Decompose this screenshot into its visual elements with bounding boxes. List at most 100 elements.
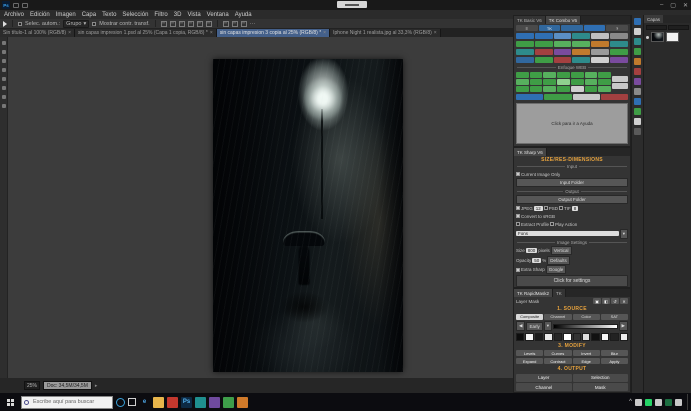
web-sharpen-button[interactable] — [571, 72, 584, 78]
panel-dock-icon[interactable] — [634, 68, 641, 75]
align-right-icon[interactable] — [179, 21, 185, 27]
cortana-icon[interactable] — [116, 398, 125, 407]
tray-icon[interactable] — [655, 399, 662, 406]
jpeg-quality-field[interactable]: 12 — [534, 206, 543, 211]
tk-panel-button[interactable] — [591, 33, 609, 39]
jpeg-checkbox[interactable] — [516, 206, 520, 210]
status-menu-icon[interactable]: ▸ — [95, 383, 98, 389]
menu-item[interactable]: Ventana — [207, 12, 229, 18]
action-dropdown[interactable]: Fons — [516, 231, 619, 236]
web-sharpen-button[interactable] — [557, 86, 570, 92]
close-icon[interactable]: × — [323, 30, 326, 36]
titlebar-widget-icon[interactable] — [13, 3, 19, 8]
tk-panel-button[interactable] — [535, 57, 553, 63]
source-button[interactable]: Channel — [544, 314, 571, 320]
tab-layers[interactable]: Capas — [644, 15, 663, 23]
zoom-level-field[interactable]: 25% — [24, 381, 40, 390]
menu-item[interactable]: Selección — [122, 12, 148, 18]
layer-mask-thumbnail[interactable] — [666, 32, 679, 42]
show-transform-checkbox[interactable] — [92, 22, 96, 26]
google-button[interactable]: Google — [546, 265, 567, 274]
tk-panel-button[interactable] — [554, 33, 572, 39]
tk-panel-button[interactable] — [535, 49, 553, 55]
tk-panel-button[interactable] — [591, 49, 609, 55]
tab-tk[interactable]: TK — [553, 289, 566, 297]
tray-icon[interactable] — [665, 399, 672, 406]
distribute-horizontal-icon[interactable] — [223, 21, 229, 27]
tk-panel-button[interactable] — [535, 33, 553, 39]
menu-item[interactable]: Capa — [82, 12, 96, 18]
mask-dropdown[interactable]: Early — [526, 322, 542, 331]
tk-panel-button[interactable] — [554, 57, 572, 63]
mask-tool-icon[interactable]: ◧ — [602, 298, 610, 304]
opacity-field[interactable]: 50 — [532, 258, 541, 263]
prev-mask-icon[interactable]: ◀ — [516, 321, 525, 331]
tool-icon[interactable] — [2, 86, 6, 90]
document-tab[interactable]: Sin título-1 al 100% (RGB/8) × — [0, 29, 75, 37]
web-sharpen-button[interactable] — [516, 79, 529, 85]
tk-panel-button[interactable] — [516, 49, 534, 55]
taskbar-app-icon[interactable] — [209, 397, 220, 408]
mask-preview-key[interactable] — [601, 333, 609, 341]
web-sharpen-button[interactable] — [598, 79, 611, 85]
canvas-pasteboard[interactable] — [8, 37, 513, 378]
tool-icon[interactable] — [2, 41, 6, 45]
mask-preview-key[interactable] — [554, 333, 562, 341]
web-sharpen-button[interactable] — [557, 79, 570, 85]
menu-item[interactable]: Ayuda — [235, 12, 252, 18]
tk-panel-button[interactable]: ? — [606, 25, 628, 31]
tif-checkbox[interactable] — [559, 206, 563, 210]
panel-dock-icon[interactable] — [634, 48, 641, 55]
click-for-settings-button[interactable]: Click for settings — [516, 275, 628, 287]
mask-preview-key[interactable] — [582, 333, 590, 341]
titlebar-search[interactable] — [337, 1, 367, 8]
chevron-down-icon[interactable]: ▾ — [544, 321, 552, 331]
tk-panel-button[interactable] — [610, 41, 628, 47]
taskbar-search[interactable] — [21, 396, 113, 409]
auto-select-checkbox[interactable] — [18, 22, 22, 26]
tool-icon[interactable] — [2, 68, 6, 72]
taskbar-app-icon[interactable] — [153, 397, 164, 408]
tray-icon[interactable] — [645, 399, 652, 406]
modify-button[interactable]: Contract — [544, 358, 571, 364]
mask-preview-key[interactable] — [516, 333, 524, 341]
taskbar-app-icon[interactable] — [223, 397, 234, 408]
mask-preview-key[interactable] — [620, 333, 628, 341]
tab-tk-basic[interactable]: TK Basic V6 — [514, 16, 546, 24]
mask-preview-key[interactable] — [535, 333, 543, 341]
close-icon[interactable]: × — [434, 30, 437, 36]
menu-item[interactable]: Filtro — [154, 12, 167, 18]
web-sharpen-side-button[interactable] — [612, 83, 628, 89]
mask-preview-key[interactable] — [591, 333, 599, 341]
close-icon[interactable]: × — [210, 30, 213, 36]
vertical-button[interactable]: Vertical — [551, 246, 572, 255]
taskbar-app-icon[interactable] — [237, 397, 248, 408]
panel-dock-icon[interactable] — [634, 88, 641, 95]
tk-panel-button[interactable] — [554, 49, 572, 55]
tk-panel-button[interactable] — [516, 57, 534, 63]
tool-icon[interactable] — [2, 50, 6, 54]
web-sharpen-button[interactable] — [516, 72, 529, 78]
source-button[interactable]: Composite — [516, 314, 543, 320]
panel-dock-icon[interactable] — [634, 28, 641, 35]
tk-panel-button[interactable] — [610, 49, 628, 55]
artwork-image[interactable] — [213, 59, 403, 372]
web-sharpen-button[interactable] — [530, 72, 543, 78]
output-button[interactable]: Channel — [516, 383, 572, 391]
align-center-icon[interactable] — [170, 21, 176, 27]
tk-panel-button[interactable] — [535, 41, 553, 47]
defaults-button[interactable]: Defaults — [547, 256, 570, 265]
panel-dock-icon[interactable] — [634, 78, 641, 85]
luminosity-gradient-bar[interactable] — [553, 324, 618, 329]
panel-dock-icon[interactable] — [634, 58, 641, 65]
output-button[interactable]: Selection — [573, 374, 629, 382]
web-sharpen-button[interactable] — [598, 72, 611, 78]
modify-button[interactable]: Levels — [516, 350, 543, 356]
web-sharpen-button[interactable] — [585, 72, 598, 78]
modify-button[interactable]: Invert — [573, 350, 600, 356]
titlebar-widget-icon[interactable] — [22, 3, 28, 8]
panel-dock-icon[interactable] — [634, 108, 641, 115]
panel-dock-icon[interactable] — [634, 118, 641, 125]
start-button[interactable] — [2, 394, 18, 410]
menu-item[interactable]: Archivo — [4, 12, 24, 18]
